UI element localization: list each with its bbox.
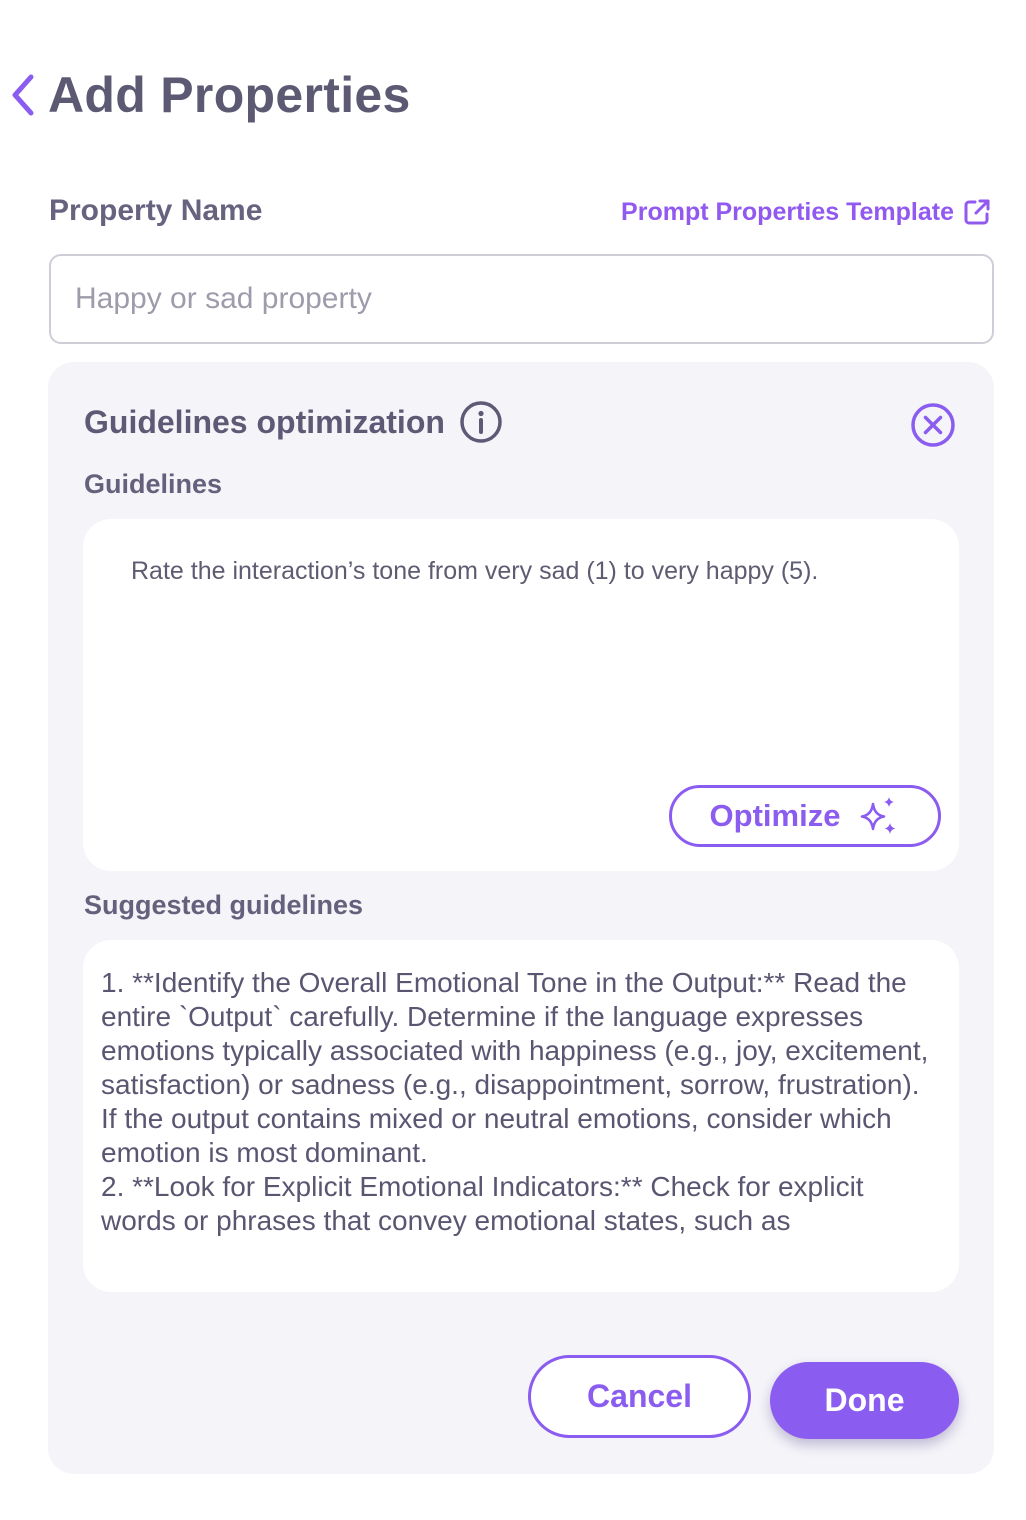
property-name-input[interactable] [49,254,994,344]
done-button[interactable]: Done [770,1362,959,1439]
page-title: Add Properties [48,67,411,123]
guidelines-optimization-panel: Guidelines optimization Guidelines Rate … [48,362,994,1474]
cancel-button[interactable]: Cancel [528,1355,751,1438]
back-button[interactable] [6,71,40,119]
panel-title: Guidelines optimization [84,403,445,440]
guidelines-text: Rate the interaction’s tone from very sa… [131,557,819,585]
guidelines-textarea[interactable]: Rate the interaction’s tone from very sa… [83,519,959,871]
suggested-guidelines-label: Suggested guidelines [84,890,364,920]
close-circle-icon [911,403,955,447]
template-link-label: Prompt Properties Template [621,197,954,226]
close-panel-button[interactable] [910,402,956,453]
sparkles-icon [861,797,896,834]
info-icon[interactable] [459,400,503,444]
guidelines-label: Guidelines [84,469,223,499]
optimize-button[interactable]: Optimize [669,785,941,847]
chevron-left-icon [12,74,34,116]
prompt-properties-template-link[interactable]: Prompt Properties Template [621,197,992,227]
suggested-guidelines-text: 1. **Identify the Overall Emotional Tone… [101,967,929,1236]
suggested-guidelines-box[interactable]: 1. **Identify the Overall Emotional Tone… [83,940,959,1292]
header: Add Properties [6,60,411,130]
external-link-icon [964,199,990,225]
optimize-label: Optimize [709,798,841,833]
add-properties-page: Add Properties Property Name Prompt Prop… [0,0,1026,1520]
panel-header: Guidelines optimization [84,400,503,444]
property-name-label: Property Name [49,194,263,227]
